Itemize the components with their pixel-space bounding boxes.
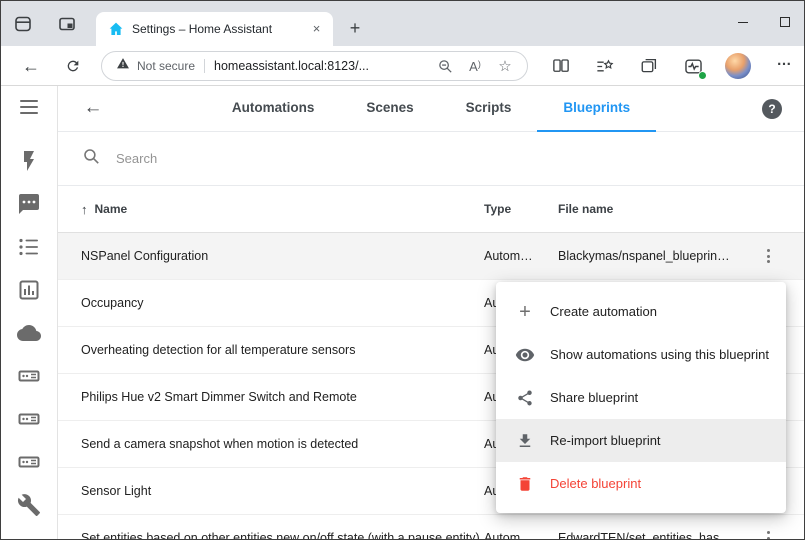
sidebar-list-icon[interactable]	[17, 235, 41, 259]
close-tab-icon[interactable]: ×	[308, 21, 325, 38]
browser-tab[interactable]: Settings – Home Assistant ×	[96, 12, 333, 46]
browser-essentials-icon[interactable]	[681, 54, 705, 78]
sidebar-chat-icon[interactable]	[17, 192, 41, 216]
profile-avatar[interactable]	[725, 53, 751, 79]
sidebar-server-icon[interactable]	[17, 450, 41, 474]
tab-automations[interactable]: Automations	[206, 86, 341, 132]
tab-title: Settings – Home Assistant	[132, 22, 308, 36]
url-text[interactable]: homeassistant.local:8123/...	[214, 59, 425, 73]
zoom-out-icon[interactable]	[435, 56, 455, 76]
search-input[interactable]	[114, 150, 780, 167]
help-icon[interactable]: ?	[762, 99, 782, 119]
row-overflow-menu-icon[interactable]	[763, 527, 774, 539]
column-header-file[interactable]: File name	[558, 202, 758, 216]
collections-icon[interactable]	[637, 54, 661, 78]
ha-toolbar: ← Automations Scenes Scripts Blueprints …	[58, 86, 804, 132]
sort-ascending-icon: ↑	[81, 202, 88, 217]
row-overflow-menu-icon[interactable]	[763, 245, 774, 267]
browser-menu-icon[interactable]: …	[771, 54, 797, 78]
workspaces-icon[interactable]	[14, 15, 32, 33]
maximize-button[interactable]	[764, 1, 805, 43]
menu-item-reimport-blueprint[interactable]: Re-import blueprint	[496, 419, 786, 462]
ha-sidebar	[1, 86, 58, 539]
back-button[interactable]: ←	[17, 52, 45, 80]
sidebar-history-chart-icon[interactable]	[17, 278, 41, 302]
home-assistant-favicon	[108, 21, 124, 37]
search-icon	[82, 147, 101, 171]
sidebar-cloud-icon[interactable]	[17, 321, 41, 345]
tab-scripts[interactable]: Scripts	[440, 86, 538, 132]
table-header: ↑ Name Type File name	[58, 186, 804, 233]
delete-icon	[513, 472, 537, 496]
menu-item-create-automation[interactable]: + Create automation	[496, 290, 786, 333]
favorites-icon[interactable]	[592, 54, 616, 78]
new-tab-button[interactable]: +	[341, 15, 369, 43]
menu-item-share-blueprint[interactable]: Share blueprint	[496, 376, 786, 419]
column-header-name[interactable]: ↑ Name	[81, 202, 484, 217]
tab-scenes[interactable]: Scenes	[340, 86, 439, 132]
address-bar[interactable]: Not secure homeassistant.local:8123/... …	[101, 51, 528, 81]
download-icon	[513, 429, 537, 453]
minimize-icon	[738, 22, 748, 23]
sidebar-tools-icon[interactable]	[17, 493, 41, 517]
menu-item-delete-blueprint[interactable]: Delete blueprint	[496, 462, 786, 505]
sidebar-menu-icon[interactable]	[17, 95, 41, 119]
blueprint-context-menu: + Create automation Show automations usi…	[496, 282, 786, 513]
minimize-button[interactable]	[722, 1, 764, 43]
sidebar-server-icon[interactable]	[17, 407, 41, 431]
plus-icon: +	[513, 300, 537, 324]
ha-tab-bar: Automations Scenes Scripts Blueprints	[58, 86, 804, 132]
menu-item-show-automations[interactable]: Show automations using this blueprint	[496, 333, 786, 376]
read-aloud-icon[interactable]: A)	[465, 56, 485, 76]
column-header-type[interactable]: Type	[484, 202, 558, 216]
favorite-star-icon[interactable]: ☆	[495, 56, 515, 76]
sidebar-server-icon[interactable]	[17, 364, 41, 388]
sidebar-energy-icon[interactable]	[17, 149, 41, 173]
not-secure-warning-icon	[116, 57, 130, 75]
tab-strip: Settings – Home Assistant × +	[1, 1, 804, 46]
split-screen-icon[interactable]	[549, 54, 573, 78]
address-divider	[204, 59, 205, 73]
maximize-icon	[780, 17, 790, 27]
table-row[interactable]: NSPanel Configuration Autom… Blackymas/n…	[58, 233, 804, 280]
eye-icon	[513, 343, 537, 367]
refresh-button[interactable]	[59, 52, 87, 80]
browser-navbar: ← Not secure homeassistant.local:8123/..…	[1, 46, 804, 86]
tab-actions-icon[interactable]	[58, 15, 76, 33]
essentials-status-badge	[698, 71, 707, 80]
browser-window: Settings – Home Assistant × + ← Not secu…	[0, 0, 805, 540]
tab-blueprints[interactable]: Blueprints	[537, 86, 656, 132]
table-row[interactable]: Set entities based on other entities new…	[58, 515, 804, 539]
share-icon	[513, 386, 537, 410]
search-bar	[58, 132, 804, 186]
security-label[interactable]: Not secure	[137, 59, 195, 73]
